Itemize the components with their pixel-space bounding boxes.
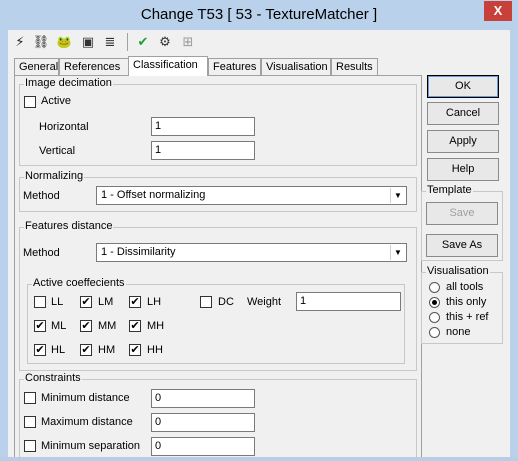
help-button[interactable]: Help [427,158,499,181]
coeff-lm-checkbox[interactable]: ✔ [80,296,92,308]
radio-none-label: none [446,326,471,338]
minimum-separation-checkbox[interactable] [24,440,36,452]
active-coefficients-group: Active coeffecients LL ✔ LM ✔ LH DC Weig… [27,277,405,364]
coeff-hh-label: HH [147,344,163,356]
close-button[interactable]: X [484,1,512,21]
horizontal-input[interactable]: 1 [151,117,255,136]
coeff-ll-label: LL [51,296,64,308]
weight-label: Weight [247,296,282,308]
vertical-label: Vertical [39,145,76,157]
radio-all-tools[interactable] [429,282,440,293]
coeff-mm-label: MM [98,320,117,332]
minimum-distance-checkbox[interactable] [24,392,36,404]
coeff-lh-label: LH [147,296,162,308]
ok-button[interactable]: OK [427,75,499,98]
notes-icon[interactable]: ≣ [101,33,119,51]
maximum-distance-checkbox[interactable] [24,416,36,428]
visualisation-title: Visualisation [426,265,490,277]
coeff-mh-label: MH [147,320,165,332]
weight-input[interactable]: 1 [296,292,401,311]
coeff-hh-checkbox[interactable]: ✔ [129,344,141,356]
title-bar[interactable]: Change T53 [ 53 - TextureMatcher ] X [0,0,518,30]
network-icon[interactable]: ⊞ [179,33,197,51]
lightning-icon[interactable]: ⚡ [11,33,29,51]
save-as-button[interactable]: Save As [426,234,498,257]
active-checkbox[interactable] [24,96,36,108]
coeff-hm-checkbox[interactable]: ✔ [80,344,92,356]
coeff-ml-checkbox[interactable]: ✔ [34,320,46,332]
maximum-distance-input[interactable]: 0 [151,413,255,432]
dialog-client: ⚡ ⛓ 🐸 ▣ ≣ ✔ ⚙ ⊞ General References Class… [8,30,510,461]
normalizing-method-label: Method [23,190,60,202]
image-decimation-title: Image decimation [24,77,113,89]
console-icon[interactable]: ▣ [79,33,97,51]
radio-none[interactable] [429,327,440,338]
coeff-hl-checkbox[interactable]: ✔ [34,344,46,356]
tab-classification[interactable]: Classification [128,56,208,76]
normalizing-group: Normalizing Method 1 - Offset normalizin… [19,170,417,212]
coeff-lm-label: LM [98,296,114,308]
radio-all-tools-label: all tools [446,281,484,293]
tab-general[interactable]: General [14,58,59,75]
apply-button[interactable]: Apply [427,130,499,153]
radio-this-plus-ref-label: this + ref [446,311,489,323]
chevron-down-icon[interactable]: ▼ [390,245,405,260]
coeff-mh-checkbox[interactable]: ✔ [129,320,141,332]
normalizing-method-value: 1 - Offset normalizing [101,189,206,201]
horizontal-label: Horizontal [39,121,89,133]
features-distance-group: Features distance Method 1 - Dissimilari… [19,220,417,371]
image-decimation-group: Image decimation Active Horizontal 1 Ver… [19,77,417,166]
minimum-separation-input[interactable]: 0 [151,437,255,456]
visualisation-group: Visualisation all tools this only this +… [421,265,503,344]
radio-this-plus-ref[interactable] [429,312,440,323]
minimum-distance-input[interactable]: 0 [151,389,255,408]
template-group: Template Save Save As [421,184,503,261]
toolbar-separator [127,33,128,51]
constraints-group: Constraints Minimum distance 0 Maximum d… [19,372,417,461]
dc-label: DC [218,296,234,308]
features-distance-title: Features distance [24,220,114,232]
radio-this-only[interactable] [429,297,440,308]
maximum-distance-label: Maximum distance [41,416,133,428]
toolbar: ⚡ ⛓ 🐸 ▣ ≣ ✔ ⚙ ⊞ [8,30,510,54]
frog-icon[interactable]: 🐸 [55,33,73,51]
distance-method-select[interactable]: 1 - Dissimilarity ▼ [96,243,407,262]
tab-features[interactable]: Features [208,58,261,75]
classification-panel: Image decimation Active Horizontal 1 Ver… [14,75,422,461]
coeff-ll-checkbox[interactable] [34,296,46,308]
save-button[interactable]: Save [426,202,498,225]
chevron-down-icon[interactable]: ▼ [390,188,405,203]
tool-icon[interactable]: ⚙ [156,33,174,51]
vertical-input[interactable]: 1 [151,141,255,160]
coeff-lh-checkbox[interactable]: ✔ [129,296,141,308]
distance-method-value: 1 - Dissimilarity [101,246,176,258]
active-coefficients-title: Active coeffecients [32,277,126,289]
dc-checkbox[interactable] [200,296,212,308]
normalizing-method-select[interactable]: 1 - Offset normalizing ▼ [96,186,407,205]
coeff-ml-label: ML [51,320,67,332]
coeff-mm-checkbox[interactable]: ✔ [80,320,92,332]
cancel-button[interactable]: Cancel [427,102,499,125]
tab-visualisation[interactable]: Visualisation [261,58,331,75]
normalizing-title: Normalizing [24,170,85,182]
tab-references[interactable]: References [59,58,129,75]
link-icon[interactable]: ⛓ [32,33,50,51]
check-icon[interactable]: ✔ [134,33,152,51]
active-label: Active [41,95,71,107]
coeff-hl-label: HL [51,344,66,356]
template-title: Template [426,184,473,196]
minimum-separation-label: Minimum separation [41,440,141,452]
coeff-hm-label: HM [98,344,116,356]
dialog-window: Change T53 [ 53 - TextureMatcher ] X ⚡ ⛓… [0,0,518,461]
minimum-distance-label: Minimum distance [41,392,130,404]
distance-method-label: Method [23,247,60,259]
window-title: Change T53 [ 53 - TextureMatcher ] [140,6,378,23]
radio-this-only-label: this only [446,296,487,308]
constraints-title: Constraints [24,372,82,384]
tab-results[interactable]: Results [331,58,378,75]
